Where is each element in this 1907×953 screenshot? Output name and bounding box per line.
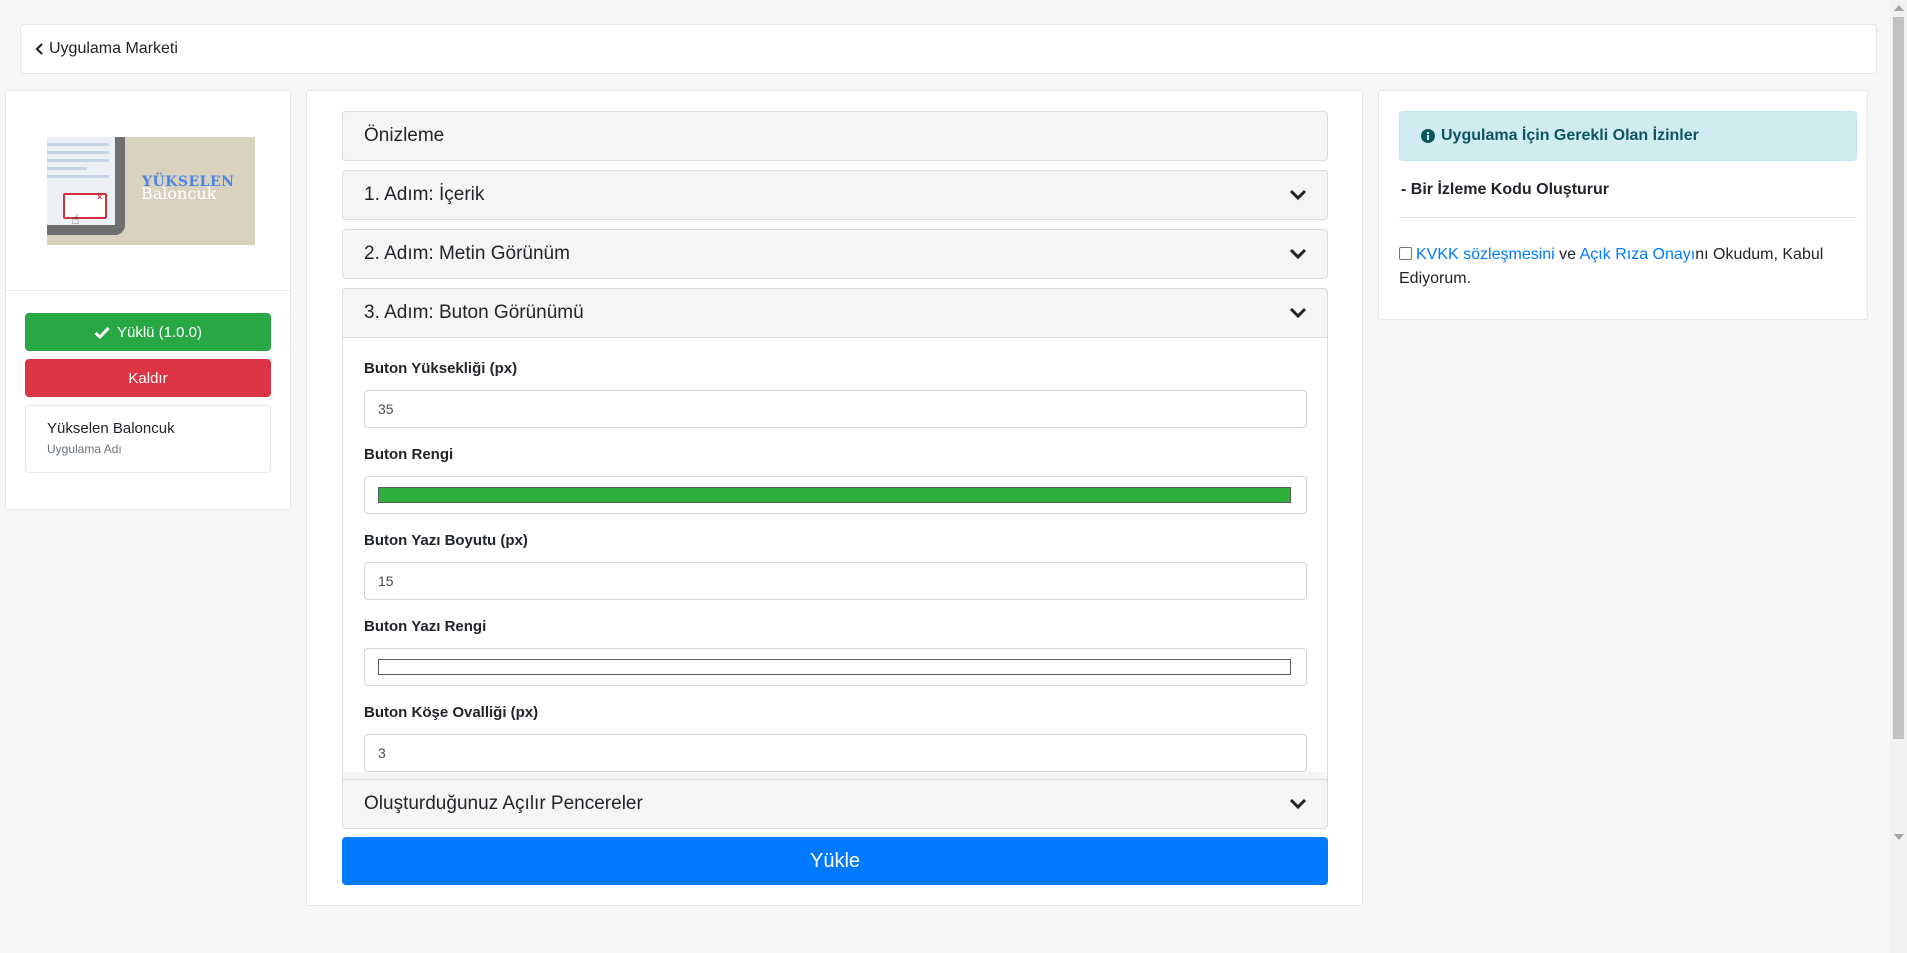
scrollbar-thumb[interactable] bbox=[1893, 17, 1904, 739]
accordion-title: Önizleme bbox=[364, 125, 445, 146]
app-thumbnail-area: × ☝ YÜKSELEN Baloncuk bbox=[6, 91, 290, 291]
accordion-step3: 3. Adım: Buton Görünümü Buton Yüksekliği… bbox=[342, 288, 1328, 801]
button-height-input[interactable]: 35 bbox=[364, 390, 1307, 428]
thumbnail-close-icon: × bbox=[97, 192, 103, 202]
app-thumbnail: × ☝ YÜKSELEN Baloncuk bbox=[47, 137, 255, 245]
app-summary-card: × ☝ YÜKSELEN Baloncuk Yüklü (1.0.0) Kald… bbox=[5, 90, 291, 510]
accordion-title: 2. Adım: Metin Görünüm bbox=[364, 243, 570, 264]
accordion-title: 1. Adım: İçerik bbox=[364, 184, 485, 205]
accordion-title: Oluşturduğunuz Açılır Pencereler bbox=[364, 793, 643, 814]
button-text-color-input[interactable] bbox=[364, 648, 1307, 686]
explicit-consent-link[interactable]: Açık Rıza Onayı bbox=[1580, 246, 1696, 263]
permissions-alert: Uygulama İçin Gerekli Olan İzinler bbox=[1399, 111, 1857, 161]
button-height-label: Buton Yüksekliği (px) bbox=[364, 360, 518, 377]
button-radius-label: Buton Köşe Ovalliği (px) bbox=[364, 704, 539, 721]
consent-checkbox[interactable] bbox=[1399, 247, 1412, 260]
accordion-header-step2[interactable]: 2. Adım: Metin Görünüm bbox=[343, 230, 1327, 278]
permission-item: - Bir İzleme Kodu Oluşturur bbox=[1401, 181, 1610, 198]
thumbnail-line bbox=[47, 159, 109, 162]
accordion-popups: Oluşturduğunuz Açılır Pencereler bbox=[342, 779, 1328, 829]
chevron-down-icon bbox=[1289, 307, 1307, 319]
accordion-preview: Önizleme bbox=[342, 111, 1328, 161]
kvkk-link[interactable]: KVKK sözleşmesini bbox=[1416, 246, 1555, 263]
button-radius-value: 3 bbox=[378, 745, 386, 761]
app-name-caption: Uygulama Adı bbox=[47, 442, 122, 456]
accordion-step1: 1. Adım: İçerik bbox=[342, 170, 1328, 220]
button-font-size-value: 15 bbox=[378, 573, 394, 589]
permissions-card: Uygulama İçin Gerekli Olan İzinler - Bir… bbox=[1378, 90, 1868, 320]
scroll-up-arrow-icon[interactable] bbox=[1894, 5, 1904, 11]
install-button[interactable]: Yükle bbox=[342, 837, 1328, 885]
thumbnail-line bbox=[47, 151, 109, 154]
button-color-input[interactable] bbox=[364, 476, 1307, 514]
chevron-left-icon bbox=[35, 43, 43, 55]
accordion-step2: 2. Adım: Metin Görünüm bbox=[342, 229, 1328, 279]
thumbnail-line bbox=[47, 167, 87, 170]
button-text-color-swatch bbox=[378, 659, 1291, 675]
button-color-swatch bbox=[378, 487, 1291, 503]
scroll-down-arrow-icon[interactable] bbox=[1894, 834, 1904, 840]
button-font-size-input[interactable]: 15 bbox=[364, 562, 1307, 600]
chevron-down-icon bbox=[1289, 248, 1307, 260]
settings-card: Önizleme 1. Adım: İçerik 2. Adım: Metin … bbox=[306, 90, 1363, 906]
thumbnail-line bbox=[47, 143, 109, 146]
accordion-header-step1[interactable]: 1. Adım: İçerik bbox=[343, 171, 1327, 219]
thumbnail-line bbox=[47, 175, 109, 178]
page-scrollbar[interactable] bbox=[1890, 0, 1907, 953]
button-text-color-label: Buton Yazı Rengi bbox=[364, 618, 487, 635]
pointer-hand-icon: ☝ bbox=[71, 211, 80, 227]
button-radius-input[interactable]: 3 bbox=[364, 734, 1307, 772]
top-bar: Uygulama Marketi bbox=[20, 24, 1877, 74]
accordion-header-popups[interactable]: Oluşturduğunuz Açılır Pencereler bbox=[343, 780, 1327, 828]
installed-label: Yüklü (1.0.0) bbox=[116, 323, 203, 341]
back-to-market-link[interactable]: Uygulama Marketi bbox=[35, 40, 178, 58]
consent-row: KVKK sözleşmesini ve Açık Rıza Onayını O… bbox=[1399, 243, 1839, 291]
accordion-title: 3. Adım: Buton Görünümü bbox=[364, 302, 584, 323]
app-name-box: Yükselen Baloncuk Uygulama Adı bbox=[25, 405, 271, 473]
info-circle-icon bbox=[1421, 129, 1435, 143]
accordion-body-step3: Buton Yüksekliği (px) 35 Buton Rengi But… bbox=[343, 337, 1327, 772]
thumbnail-title-line2: Baloncuk bbox=[141, 184, 217, 203]
check-icon bbox=[94, 326, 110, 339]
button-color-label: Buton Rengi bbox=[364, 446, 454, 463]
back-label: Uygulama Marketi bbox=[49, 40, 178, 57]
remove-button[interactable]: Kaldır bbox=[25, 359, 271, 397]
button-font-size-label: Buton Yazı Boyutu (px) bbox=[364, 532, 528, 549]
chevron-down-icon bbox=[1289, 189, 1307, 201]
app-name: Yükselen Baloncuk bbox=[47, 420, 175, 437]
button-height-value: 35 bbox=[378, 401, 394, 417]
accordion-header-preview[interactable]: Önizleme bbox=[343, 112, 1327, 160]
installed-button[interactable]: Yüklü (1.0.0) bbox=[25, 313, 271, 351]
divider bbox=[1399, 217, 1857, 218]
accordion-header-step3[interactable]: 3. Adım: Buton Görünümü bbox=[343, 289, 1327, 337]
consent-and-text: ve bbox=[1554, 246, 1580, 263]
chevron-down-icon bbox=[1289, 798, 1307, 810]
permissions-title: Uygulama İçin Gerekli Olan İzinler bbox=[1441, 127, 1699, 144]
